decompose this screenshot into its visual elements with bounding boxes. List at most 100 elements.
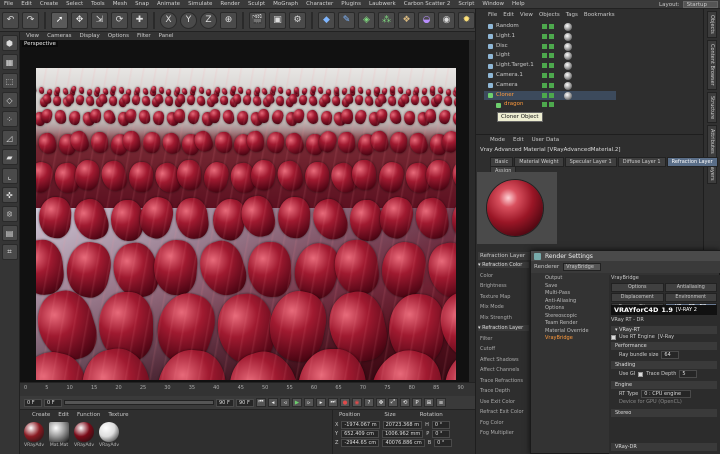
object-row[interactable]: Random [484,22,616,32]
render-setting-stereoscopic[interactable]: Stereoscopic [535,313,605,321]
menu-help[interactable]: Help [508,0,529,9]
render-visibility-dot[interactable] [549,63,554,69]
object-menu-file[interactable]: File [488,12,497,18]
menu-select[interactable]: Select [62,0,87,9]
model-mode-icon[interactable]: ▦ [1,54,18,70]
record-icon[interactable]: ● [340,398,350,407]
material-tag-icon[interactable] [564,52,572,61]
pla-key-icon[interactable]: ⊞ [424,398,434,407]
menu-window[interactable]: Window [478,0,508,9]
subdivision-icon[interactable]: ◈ [358,11,375,29]
go-to-start-icon[interactable]: ⏮ [256,398,266,407]
rotate-key-icon[interactable]: ⟲ [400,398,410,407]
visibility-toggles[interactable] [542,82,554,88]
vray-tab-options[interactable]: Options [611,283,664,292]
vray-rt-section[interactable]: ▾ VRay-RT [611,326,717,334]
planar-workplane-icon[interactable]: ⌗ [1,244,18,260]
camera-icon[interactable]: ◉ [438,11,455,29]
editor-visibility-dot[interactable] [542,33,547,39]
edges-mode-icon[interactable]: ◿ [1,130,18,146]
dock-tab-structure[interactable]: Structure [707,91,717,123]
material-tag-icon[interactable] [564,71,572,80]
scale-icon[interactable]: ⇲ [91,11,108,29]
editor-visibility-dot[interactable] [542,43,547,49]
refraction-param[interactable]: ▾ Refraction Color [478,262,529,268]
polygons-mode-icon[interactable]: ▰ [1,149,18,165]
keyframe-selection-icon[interactable]: ? [364,398,374,407]
scene-icon[interactable]: ❖ [398,11,415,29]
start-frame-field[interactable]: 0 F [44,398,62,407]
refraction-param[interactable]: Filter [480,336,492,342]
use-gi-checkbox[interactable] [638,371,644,377]
shading-section[interactable]: Shading [611,361,717,369]
refraction-param[interactable]: Cutoff [480,346,495,352]
object-row[interactable]: Light.1 [484,32,616,42]
rotate-icon[interactable]: ⟳ [111,11,128,29]
render-setting-team-render[interactable]: Team Render [535,320,605,328]
tab-specular-layer-1[interactable]: Specular Layer 1 [564,157,617,167]
x-axis-icon[interactable]: X [160,11,177,29]
object-menu-edit[interactable]: Edit [503,12,514,18]
rotation-field[interactable]: 0 ° [432,430,451,438]
workplane-icon[interactable]: ◇ [1,92,18,108]
end-frame-field[interactable]: 90 F [216,398,234,407]
attribute-menu-mode[interactable]: Mode [490,137,505,143]
frame-range-slider[interactable] [64,400,214,405]
go-to-end-icon[interactable]: ⏭ [328,398,338,407]
editor-visibility-dot[interactable] [542,24,547,29]
make-editable-icon[interactable]: ⬢ [1,35,18,51]
undo-icon[interactable]: ↶ [2,11,19,29]
light-icon[interactable]: ✹ [458,11,475,29]
visibility-toggles[interactable] [542,92,554,98]
object-row[interactable]: Cloner [484,90,616,101]
timeline-menu-icon[interactable]: ≡ [436,398,446,407]
cube-icon[interactable]: ◆ [318,11,335,29]
render-view-icon[interactable]: 🎬 [249,11,266,29]
material-menu-function[interactable]: Function [77,412,100,418]
viewport[interactable] [20,40,475,382]
visibility-toggles[interactable] [542,24,554,29]
menu-tools[interactable]: Tools [87,0,109,9]
material-menu-create[interactable]: Create [32,412,50,418]
timeline[interactable]: 0 5 10 15 20 25 30 35 40 45 50 55 60 65 70 75 80 85 90 [20,382,475,396]
render-picture-icon[interactable]: ▣ [269,11,286,29]
vray-tab-antialiasing[interactable]: Antialiasing [664,283,717,292]
refraction-param[interactable]: Mix Strength [480,315,512,321]
preview-end-field[interactable]: 90 F [236,398,254,407]
texture-mode-icon[interactable]: ⬚ [1,73,18,89]
object-menu-view[interactable]: View [520,12,533,18]
axis-mode-icon[interactable]: ⌞ [1,168,18,184]
tweak-icon[interactable]: ✜ [1,187,18,203]
ray-bundle-field[interactable]: 64 [661,351,680,359]
menu-mograph[interactable]: MoGraph [269,0,302,9]
visibility-toggles[interactable] [542,72,554,78]
add-icon[interactable]: ✚ [131,11,148,29]
tab-refraction-layer[interactable]: Refraction Layer [666,157,718,167]
object-row[interactable]: Camera.1 [484,71,616,81]
layout-selector[interactable]: Layout: Startup [659,1,718,8]
y-axis-icon[interactable]: Y [180,11,197,29]
position-field[interactable]: -1974.067 m [341,421,380,429]
object-row[interactable]: Light [484,51,616,61]
move-key-icon[interactable]: ✥ [376,398,386,407]
material-tag-icon[interactable] [564,42,572,51]
menu-simulate[interactable]: Simulate [184,0,216,9]
performance-section[interactable]: Performance [611,342,717,350]
viewport-menu-display[interactable]: Display [80,33,100,39]
menu-character[interactable]: Character [302,0,337,9]
next-key-icon[interactable]: ▸ [316,398,326,407]
menu-create[interactable]: Create [36,0,62,9]
live-selection-icon[interactable]: ➚ [51,11,68,29]
size-field[interactable]: 40076.886 cm [382,439,425,447]
render-setting-material-override[interactable]: Material Override [535,328,605,336]
menu-plugins[interactable]: Plugins [337,0,365,9]
refraction-param[interactable]: Texture Map [480,294,510,300]
attribute-menu-edit[interactable]: Edit [513,137,524,143]
render-settings-icon[interactable]: ⚙ [289,11,306,29]
menu-script[interactable]: Script [454,0,478,9]
layout-dropdown[interactable]: Startup [682,1,718,8]
menu-render[interactable]: Render [216,0,244,9]
material-tag-icon[interactable] [564,62,572,71]
material-menu-edit[interactable]: Edit [58,412,69,418]
menu-edit[interactable]: Edit [17,0,36,9]
